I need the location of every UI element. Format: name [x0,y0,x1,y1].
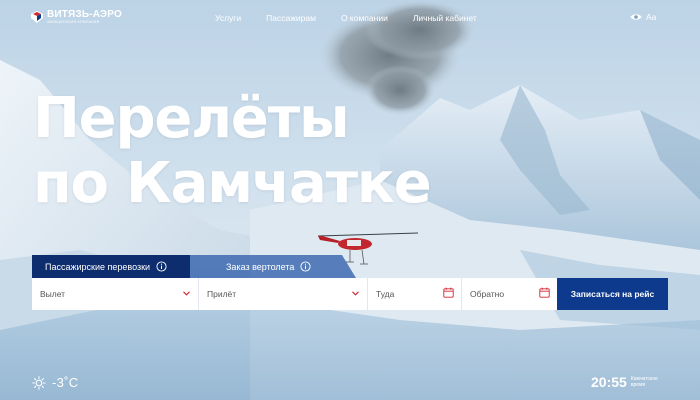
accessibility-toggle[interactable]: Aa [630,12,656,22]
weather-widget: -3˚C [32,375,78,390]
date-back-field[interactable]: Обратно [462,278,557,310]
arrival-select[interactable]: Прилёт [199,278,368,310]
local-time-label: Камчатское время [630,376,658,388]
tab-helicopter-order-label: Заказ вертолета [226,261,295,272]
calendar-icon [443,287,454,298]
departure-select[interactable]: Вылет [32,278,199,310]
logo-subtitle: АВИАЦИОННАЯ КОМПАНИЯ [47,20,100,24]
local-time-value: 20:55 [591,374,627,390]
booking-tabs: Пассажирские перевозки Заказ вертолета [32,255,356,278]
nav-item-account[interactable]: Личный кабинет [413,13,477,23]
logo-mark-icon [31,11,43,24]
date-there-placeholder: Туда [376,289,395,299]
booking-form: Вылет Прилёт Туда Обратно Записаться на … [32,278,668,310]
calendar-icon [539,287,550,298]
info-icon[interactable] [156,261,167,272]
nav-item-about[interactable]: О компании [341,13,388,23]
info-icon[interactable] [300,261,311,272]
arrival-placeholder: Прилёт [207,289,237,299]
local-time-widget: 20:55 Камчатское время [591,374,671,390]
page-title-line-1: Перелёты [33,86,350,151]
chevron-down-icon [183,291,190,296]
nav-item-passengers[interactable]: Пассажирам [266,13,316,23]
book-flight-button[interactable]: Записаться на рейс [557,278,668,310]
departure-placeholder: Вылет [40,289,66,299]
main-nav: Услуги Пассажирам О компании Личный каби… [215,13,502,23]
date-there-field[interactable]: Туда [368,278,462,310]
temperature-value: -3˚C [52,375,79,390]
eye-icon [630,14,642,20]
font-size-label: Aa [646,12,657,22]
tab-passenger-transport[interactable]: Пассажирские перевозки [32,255,190,278]
logo-name: ВИТЯЗЬ-АЭРО [47,9,122,20]
sun-icon [32,375,46,390]
site-header: ВИТЯЗЬ-АЭРО АВИАЦИОННАЯ КОМПАНИЯ Услуги … [0,0,700,40]
company-logo[interactable]: ВИТЯЗЬ-АЭРО АВИАЦИОННАЯ КОМПАНИЯ [30,10,122,25]
date-back-placeholder: Обратно [470,289,505,299]
tab-passenger-transport-label: Пассажирские перевозки [45,261,151,272]
nav-item-services[interactable]: Услуги [215,13,241,23]
page-title: Перелёты по Камчатке [33,86,432,216]
page-title-line-2: по Камчатке [33,151,432,216]
chevron-down-icon [352,291,359,296]
tab-helicopter-order[interactable]: Заказ вертолета [188,255,356,278]
